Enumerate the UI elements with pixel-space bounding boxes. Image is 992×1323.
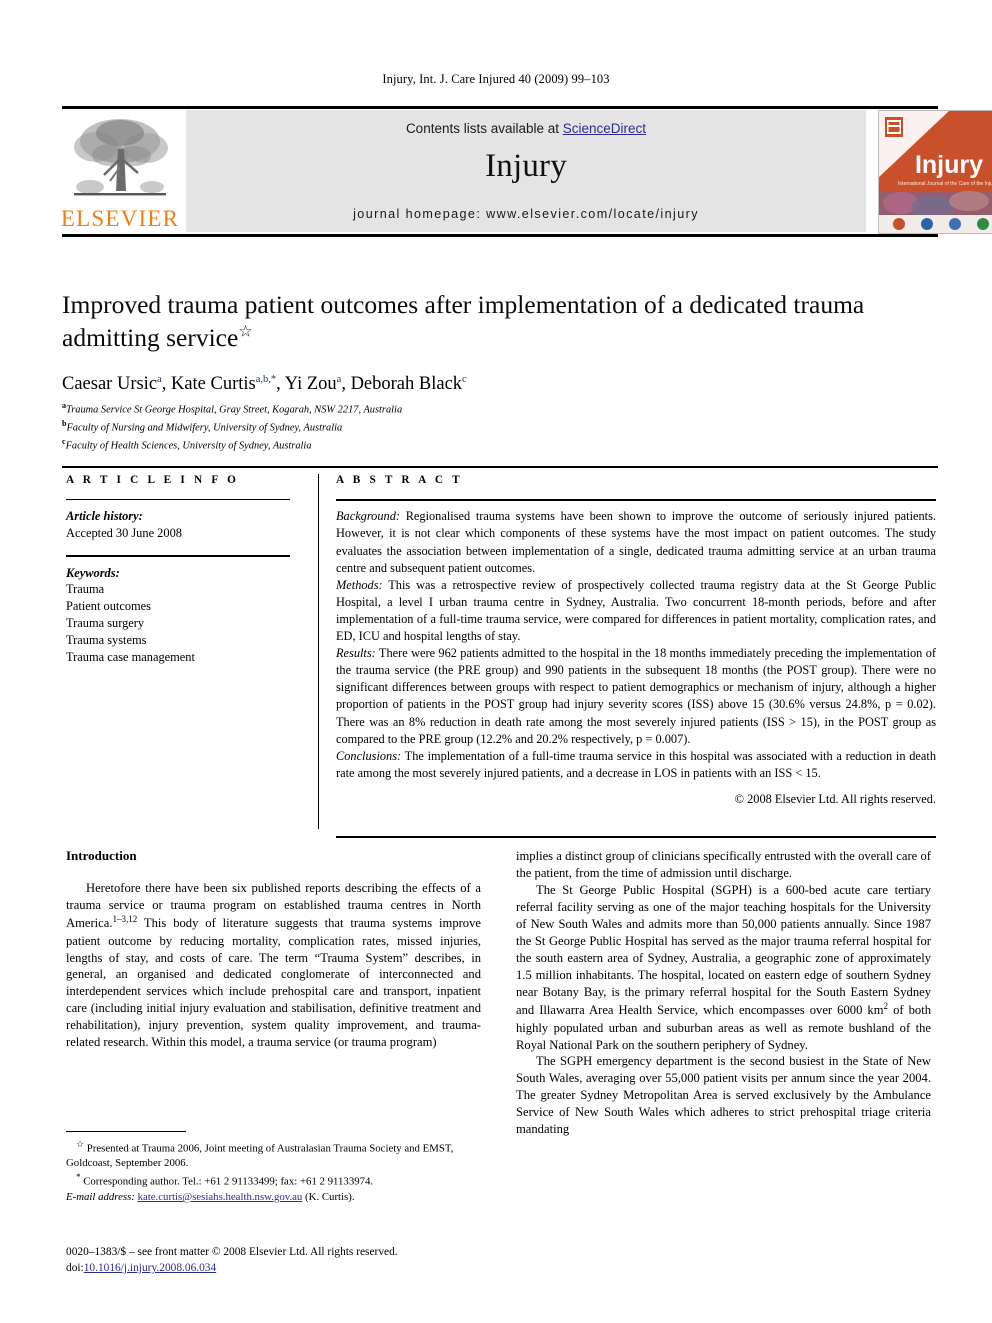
- abstract-body: Background: Regionalised trauma systems …: [336, 508, 936, 808]
- body-paragraph: Heretofore there have been six published…: [66, 880, 481, 1052]
- abstract-section-label: Results:: [336, 646, 376, 661]
- abstract-divider: [336, 499, 936, 502]
- keywords-block: Keywords: Trauma Patient outcomes Trauma…: [66, 565, 291, 666]
- abstract-section-text: There were 962 patients admitted to the …: [336, 646, 936, 746]
- abstract-section: Background: Regionalised trauma systems …: [336, 508, 936, 576]
- info-top-rule: [62, 466, 938, 468]
- author-affiliation-marker: a: [157, 373, 162, 385]
- abstract-section-label: Methods:: [336, 577, 383, 592]
- body-paragraph: The SGPH emergency department is the sec…: [516, 1054, 931, 1137]
- copyright-line: © 2008 Elsevier Ltd. All rights reserved…: [734, 791, 936, 806]
- keyword-item: Trauma systems: [66, 632, 147, 647]
- author-affiliation-marker: a: [336, 373, 342, 385]
- masthead-top-rule: [62, 106, 938, 109]
- keyword-item: Trauma: [66, 582, 105, 597]
- abstract-section-text: This was a retrospective review of prosp…: [336, 577, 936, 644]
- doi-link[interactable]: 10.1016/j.injury.2008.06.034: [84, 1262, 216, 1274]
- elsevier-logo: ELSEVIER: [60, 110, 180, 232]
- abstract-section-text: The implementation of a full-time trauma…: [336, 748, 936, 780]
- abstract-section-text: Regionalised trauma systems have been sh…: [336, 509, 936, 575]
- affiliation-text: Trauma Service St George Hospital, Gray …: [66, 404, 403, 416]
- keywords-label: Keywords:: [66, 565, 120, 580]
- body-paragraph: The St George Public Hospital (SGPH) is …: [516, 882, 931, 1054]
- journal-title: Injury: [485, 148, 567, 184]
- author-name: Caesar Ursic: [62, 374, 158, 394]
- elsevier-wordmark: ELSEVIER: [60, 206, 180, 231]
- contents-prefix: Contents lists available at: [405, 121, 563, 136]
- body-column-left: Introduction Heretofore there have been …: [66, 848, 481, 1051]
- svg-text:Injury: Injury: [915, 151, 983, 179]
- body-text: The St George Public Hospital (SGPH) is …: [516, 882, 931, 1018]
- abstract-heading: A B S T R A C T: [336, 474, 463, 486]
- svg-text:International Journal of the C: International Journal of the Care of the…: [898, 181, 992, 187]
- body-column-right: implies a distinct group of clinicians s…: [516, 848, 931, 1138]
- info-divider: [66, 499, 290, 501]
- keywords-divider: [66, 555, 290, 557]
- keyword-item: Trauma case management: [66, 649, 195, 664]
- article-info-heading: A R T I C L E I N F O: [66, 474, 240, 486]
- affiliation-item: cFaculty of Health Sciences, University …: [62, 436, 662, 454]
- author-name: Yi Zou: [284, 374, 337, 394]
- footnote-star-marker: ☆: [76, 1139, 85, 1149]
- email-label: E-mail address:: [66, 1190, 135, 1203]
- affiliation-item: bFaculty of Nursing and Midwifery, Unive…: [62, 418, 662, 436]
- keyword-item: Patient outcomes: [66, 599, 151, 614]
- body-paragraph: implies a distinct group of clinicians s…: [516, 849, 931, 880]
- section-heading-introduction: Introduction: [66, 848, 137, 863]
- journal-banner: Contents lists available at ScienceDirec…: [186, 110, 866, 232]
- author-name: Kate Curtis: [170, 374, 256, 394]
- footnote-asterisk-marker: *: [76, 1172, 81, 1183]
- info-abstract-separator: [318, 474, 320, 829]
- footnote-star: ☆ Presented at Trauma 2006, Joint meetin…: [66, 1138, 481, 1171]
- email-link[interactable]: kate.curtis@sesiahs.health.nsw.gov.au: [138, 1191, 303, 1203]
- cover-artwork: Injury International Journal of the Care…: [879, 111, 992, 233]
- body-text-continued: This body of literature suggests that tr…: [66, 916, 481, 1050]
- article-info-column: A R T I C L E I N F O Article history: A…: [66, 474, 291, 666]
- author-name: Deborah Black: [350, 374, 463, 394]
- issn-copyright-line: 0020–1383/$ – see front matter © 2008 El…: [66, 1246, 398, 1258]
- affiliation-text: Faculty of Nursing and Midwifery, Univer…: [66, 422, 343, 434]
- citation-reference: 1–3,12: [112, 914, 138, 925]
- article-history: Article history: Accepted 30 June 2008: [66, 508, 291, 542]
- author-affiliation-marker: c: [462, 373, 467, 385]
- masthead-bottom-rule: [62, 234, 938, 237]
- article-history-label: Article history:: [66, 509, 143, 524]
- title-footnote-marker: ☆: [238, 323, 253, 341]
- email-owner: (K. Curtis).: [305, 1190, 355, 1203]
- page-title: Improved trauma patient outcomes after i…: [62, 288, 892, 354]
- elsevier-tree-icon: [74, 119, 168, 196]
- author-affiliation-marker: a,b,*: [255, 373, 277, 385]
- journal-masthead: ELSEVIER Contents lists available at Sci…: [60, 110, 992, 234]
- front-matter-block: 0020–1383/$ – see front matter © 2008 El…: [66, 1244, 526, 1276]
- footnote-star-text: Presented at Trauma 2006, Joint meeting …: [66, 1142, 454, 1170]
- footnote-block: ☆ Presented at Trauma 2006, Joint meetin…: [66, 1138, 481, 1205]
- affiliation-list: aTrauma Service St George Hospital, Gray…: [62, 400, 662, 455]
- abstract-bottom-rule: [336, 836, 936, 839]
- running-head: Injury, Int. J. Care Injured 40 (2009) 9…: [382, 72, 610, 86]
- doi-label: doi:: [66, 1262, 84, 1275]
- author-list: Caesar Ursica, Kate Curtisa,b,*, Yi Zoua…: [62, 373, 467, 394]
- abstract-column: A B S T R A C T Background: Regionalised…: [336, 474, 936, 808]
- article-title-text: Improved trauma patient outcomes after i…: [62, 290, 865, 353]
- affiliation-item: aTrauma Service St George Hospital, Gray…: [62, 400, 662, 418]
- contents-lists-line: Contents lists available at ScienceDirec…: [186, 121, 866, 136]
- abstract-section-label: Background:: [336, 509, 400, 524]
- affiliation-text: Faculty of Health Sciences, University o…: [65, 440, 312, 452]
- sciencedirect-link[interactable]: ScienceDirect: [563, 121, 646, 136]
- abstract-section: Conclusions: The implementation of a ful…: [336, 748, 936, 782]
- footnote-corresponding-text: Corresponding author. Tel.: +61 2 911334…: [83, 1175, 374, 1188]
- footnote-corresponding: * Corresponding author. Tel.: +61 2 9113…: [66, 1171, 481, 1204]
- article-first-page: Injury, Int. J. Care Injured 40 (2009) 9…: [0, 0, 992, 1323]
- abstract-section: Results: There were 962 patients admitte…: [336, 645, 936, 748]
- abstract-section-label: Conclusions:: [336, 748, 402, 763]
- journal-homepage[interactable]: journal homepage: www.elsevier.com/locat…: [186, 207, 866, 221]
- journal-cover-thumbnail: Injury International Journal of the Care…: [878, 110, 992, 234]
- keyword-item: Trauma surgery: [66, 616, 145, 631]
- footnote-rule: [66, 1131, 186, 1133]
- doi-line: doi:10.1016/j.injury.2008.06.034: [66, 1260, 526, 1276]
- article-history-value: Accepted 30 June 2008: [66, 526, 182, 541]
- abstract-section: Methods: This was a retrospective review…: [336, 577, 936, 645]
